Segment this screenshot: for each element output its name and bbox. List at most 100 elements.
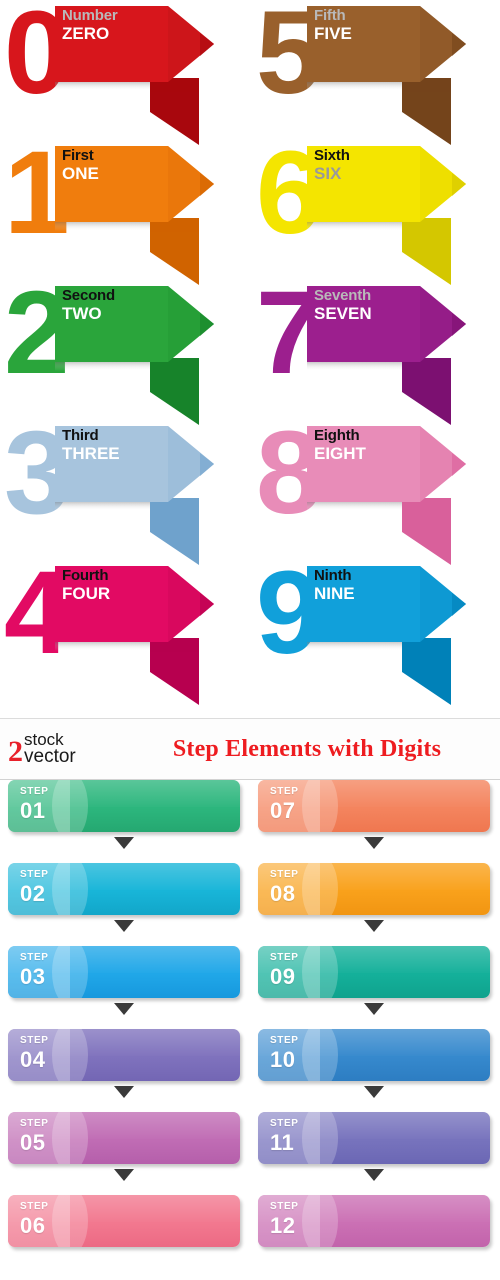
step-bar-text: STEP 01 <box>20 787 49 822</box>
step-slot: STEP 01 <box>8 780 248 863</box>
step-column-right: STEP 07 STEP 08 STEP 09 STEP 10 STEP 11 STEP 12 <box>258 780 498 1278</box>
step-word-label: STEP <box>270 952 299 963</box>
step-connector-arrow-icon <box>364 920 384 932</box>
step-connector-arrow-icon <box>114 1003 134 1015</box>
step-number-label: 03 <box>20 964 46 989</box>
banner-labels: Second TWO <box>62 288 232 322</box>
arrow-banner-5: 5 Fifth FIVE <box>252 0 490 145</box>
step-bar-text: STEP 03 <box>20 953 49 988</box>
arrow-banner-3: 3 Third THREE <box>0 420 238 565</box>
step-bar-01[interactable]: STEP 01 <box>8 780 240 832</box>
step-connector-arrow-icon <box>114 837 134 849</box>
step-word-label: STEP <box>20 786 49 797</box>
step-word-label: STEP <box>20 869 49 880</box>
step-bar-text: STEP 12 <box>270 1202 299 1237</box>
step-number-label: 05 <box>20 1130 46 1155</box>
step-number-label: 10 <box>270 1047 296 1072</box>
step-word-label: STEP <box>270 1201 299 1212</box>
banner-ordinal-label: Fifth <box>314 7 346 24</box>
banner-labels: Ninth NINE <box>314 568 484 602</box>
step-bar-text: STEP 10 <box>270 1036 299 1071</box>
step-bar-06[interactable]: STEP 06 <box>8 1195 240 1247</box>
step-connector-arrow-icon <box>364 1003 384 1015</box>
step-bar-07[interactable]: STEP 07 <box>258 780 490 832</box>
step-word-label: STEP <box>270 1118 299 1129</box>
arrow-banner-1: 1 First ONE <box>0 140 238 285</box>
banner-ordinal-label: Second <box>62 287 115 304</box>
banner-labels: Sixth SIX <box>314 148 484 182</box>
banner-labels: Number ZERO <box>62 8 232 42</box>
logo-word-vector: vector <box>24 746 76 768</box>
step-connector-arrow-icon <box>114 920 134 932</box>
step-number-label: 04 <box>20 1047 46 1072</box>
arrow-banners-section: 0 Number ZERO 1 First ONE 2 Second TWO 3 Third THRE… <box>0 0 500 718</box>
step-connector-arrow-icon <box>364 837 384 849</box>
step-slot: STEP 08 <box>258 863 498 946</box>
arrow-banner-6: 6 Sixth SIX <box>252 140 490 285</box>
banner-ordinal-label: Eighth <box>314 427 360 444</box>
step-bar-text: STEP 05 <box>20 1119 49 1154</box>
step-bar-12[interactable]: STEP 12 <box>258 1195 490 1247</box>
logo-words: stock vector <box>24 732 76 768</box>
step-bar-09[interactable]: STEP 09 <box>258 946 490 998</box>
poster-root: 0 Number ZERO 1 First ONE 2 Second TWO 3 Third THRE… <box>0 0 500 1280</box>
banner-ordinal-label: Third <box>62 427 99 444</box>
step-connector-arrow-icon <box>114 1169 134 1181</box>
step-bar-08[interactable]: STEP 08 <box>258 863 490 915</box>
arrow-banner-0: 0 Number ZERO <box>0 0 238 145</box>
step-connector-arrow-icon <box>114 1086 134 1098</box>
arrow-banner-4: 4 Fourth FOUR <box>0 560 238 705</box>
step-bar-10[interactable]: STEP 10 <box>258 1029 490 1081</box>
step-bar-text: STEP 09 <box>270 953 299 988</box>
step-number-label: 01 <box>20 798 46 823</box>
arrow-banner-8: 8 Eighth EIGHT <box>252 420 490 565</box>
step-bar-text: STEP 04 <box>20 1036 49 1071</box>
banner-labels: Seventh SEVEN <box>314 288 484 322</box>
banner-number-label: SIX <box>314 164 342 183</box>
banner-number-label: ONE <box>62 164 99 183</box>
step-number-label: 11 <box>270 1130 295 1155</box>
step-bar-03[interactable]: STEP 03 <box>8 946 240 998</box>
arrow-banner-9: 9 Ninth NINE <box>252 560 490 705</box>
step-bar-02[interactable]: STEP 02 <box>8 863 240 915</box>
step-column-left: STEP 01 STEP 02 STEP 03 STEP 04 STEP 05 STEP 06 <box>8 780 248 1278</box>
step-bar-04[interactable]: STEP 04 <box>8 1029 240 1081</box>
step-slot: STEP 12 <box>258 1195 498 1278</box>
step-word-label: STEP <box>270 869 299 880</box>
banner-labels: Eighth EIGHT <box>314 428 484 462</box>
step-bar-text: STEP 11 <box>270 1119 299 1154</box>
banner-number-label: FIVE <box>314 24 352 43</box>
step-number-label: 07 <box>270 798 296 823</box>
banner-number-label: EIGHT <box>314 444 366 463</box>
banner-labels: Fifth FIVE <box>314 8 484 42</box>
banner-labels: First ONE <box>62 148 232 182</box>
banner-ordinal-label: Fourth <box>62 567 109 584</box>
banner-labels: Third THREE <box>62 428 232 462</box>
step-slot: STEP 07 <box>258 780 498 863</box>
watermark-title-bar: 2 stock vector Step Elements with Digits <box>0 718 500 780</box>
arrow-banner-7: 7 Seventh SEVEN <box>252 280 490 425</box>
banner-ordinal-label: Sixth <box>314 147 350 164</box>
banner-number-label: ZERO <box>62 24 110 43</box>
step-slot: STEP 02 <box>8 863 248 946</box>
banner-number-label: TWO <box>62 304 102 323</box>
step-word-label: STEP <box>20 1035 49 1046</box>
step-bar-text: STEP 06 <box>20 1202 49 1237</box>
banner-number-label: THREE <box>62 444 120 463</box>
step-bars-section: STEP 01 STEP 02 STEP 03 STEP 04 STEP 05 STEP 06 STE… <box>0 780 500 1280</box>
step-bar-05[interactable]: STEP 05 <box>8 1112 240 1164</box>
banner-ordinal-label: Seventh <box>314 287 371 304</box>
step-slot: STEP 09 <box>258 946 498 1029</box>
banner-labels: Fourth FOUR <box>62 568 232 602</box>
step-bar-11[interactable]: STEP 11 <box>258 1112 490 1164</box>
step-number-label: 06 <box>20 1213 46 1238</box>
banner-number-label: FOUR <box>62 584 111 603</box>
step-word-label: STEP <box>20 952 49 963</box>
step-number-label: 02 <box>20 881 46 906</box>
step-bar-text: STEP 02 <box>20 870 49 905</box>
step-number-label: 09 <box>270 964 296 989</box>
banner-number-label: NINE <box>314 584 355 603</box>
banner-number-label: SEVEN <box>314 304 372 323</box>
step-number-label: 08 <box>270 881 296 906</box>
step-slot: STEP 05 <box>8 1112 248 1195</box>
